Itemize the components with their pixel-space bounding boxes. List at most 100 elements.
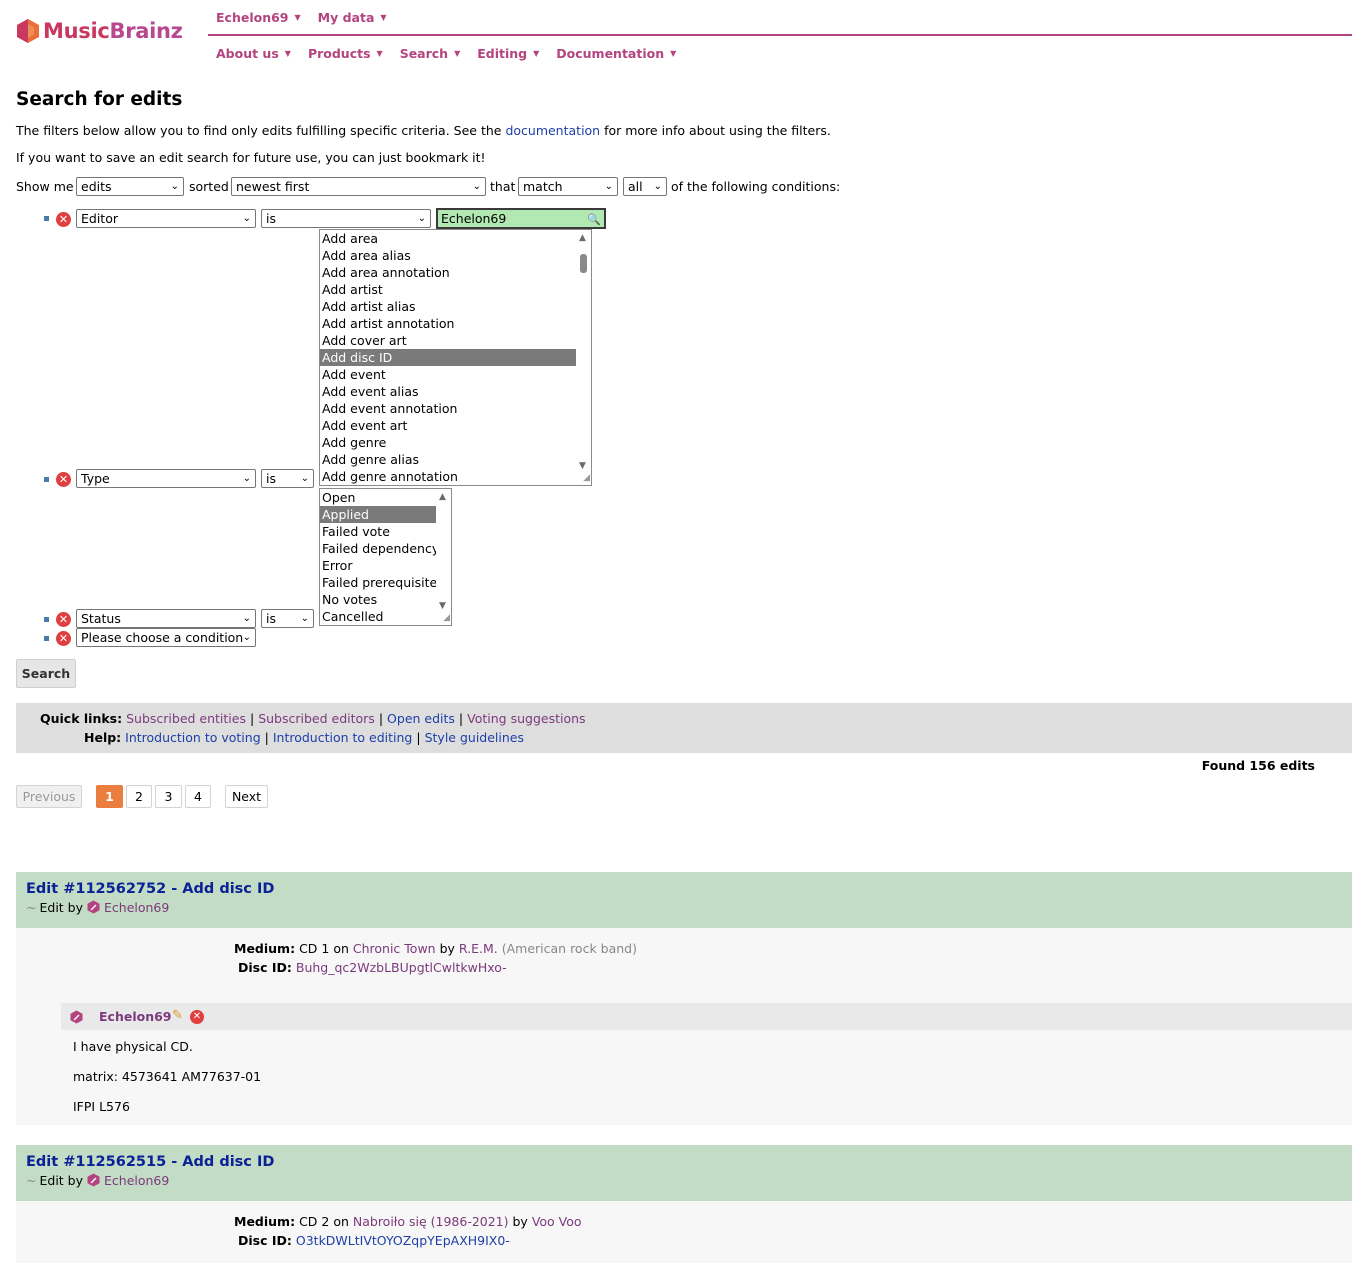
- edit-status-option[interactable]: Applied: [320, 506, 436, 523]
- edit-status-listbox[interactable]: Open Applied Failed vote Failed dependency E…: [319, 488, 452, 626]
- edit-type-option[interactable]: Add cover art: [320, 332, 576, 349]
- condition-operator-select[interactable]: is ⌄: [261, 469, 314, 488]
- edit-title-link[interactable]: Edit #112562515 - Add disc ID: [26, 1154, 274, 1170]
- edit-status-option[interactable]: Failed dependency: [320, 540, 439, 557]
- remove-condition-icon[interactable]: ✕: [56, 472, 71, 487]
- discid-link[interactable]: Buhg_qc2WzbLBUpgtlCwltkwHxo-: [296, 960, 507, 975]
- documentation-link[interactable]: documentation: [505, 123, 600, 138]
- menu-user[interactable]: Echelon69 ▼: [216, 10, 301, 25]
- page-3-button[interactable]: 3: [155, 785, 182, 808]
- artist-link[interactable]: Voo Voo: [532, 1214, 582, 1229]
- scroll-up-icon[interactable]: ▲: [579, 233, 586, 243]
- style-guidelines-link[interactable]: Style guidelines: [425, 730, 524, 745]
- subscribed-editors-link[interactable]: Subscribed editors: [258, 711, 375, 726]
- musicbrainz-logo[interactable]: MusicBrainz: [16, 18, 183, 44]
- menu-search[interactable]: Search ▼: [400, 46, 461, 61]
- caret-down-icon: ▼: [284, 49, 291, 58]
- edit-note-line: I have physical CD.: [73, 1039, 193, 1054]
- resize-handle-icon[interactable]: ◢: [578, 472, 590, 484]
- edit-status-option[interactable]: Failed prerequisite: [320, 574, 437, 591]
- edit-type-option[interactable]: Add area annotation: [320, 264, 576, 281]
- previous-page-button[interactable]: Previous: [16, 785, 82, 808]
- edit-status-option[interactable]: Open: [320, 489, 436, 506]
- edit-type-option[interactable]: Add event annotation: [320, 400, 576, 417]
- release-link[interactable]: Nabroiło się (1986-2021): [353, 1214, 509, 1229]
- edit-status-option[interactable]: Error: [320, 557, 436, 574]
- edit-type-option[interactable]: Add area alias: [320, 247, 576, 264]
- edit-type-option[interactable]: Add genre: [320, 434, 576, 451]
- page-4-button[interactable]: 4: [185, 785, 211, 808]
- intro-voting-link[interactable]: Introduction to voting: [125, 730, 260, 745]
- menu-my-data[interactable]: My data ▼: [318, 10, 387, 25]
- show-me-select[interactable]: edits ⌄: [76, 177, 184, 196]
- editor-link[interactable]: Echelon69: [104, 900, 169, 915]
- scrollbar[interactable]: ▲ ▼: [436, 489, 451, 625]
- edit-type-option[interactable]: Add genre annotation: [320, 468, 576, 485]
- artist-link[interactable]: R.E.M.: [459, 941, 498, 956]
- chevron-down-icon: ⌄: [417, 213, 426, 224]
- edit-header: Edit #112562515 - Add disc ID ~ Edit by Ec…: [16, 1145, 1352, 1201]
- edit-type-option[interactable]: Add event alias: [320, 383, 576, 400]
- scroll-up-icon[interactable]: ▲: [439, 492, 446, 502]
- caret-down-icon: ▼: [454, 49, 461, 58]
- caret-down-icon: ▼: [380, 13, 387, 22]
- page-1-button[interactable]: 1: [96, 785, 123, 808]
- edit-type-listbox[interactable]: Add area Add area alias Add area annotatio…: [319, 229, 592, 486]
- editor-link[interactable]: Echelon69: [104, 1173, 169, 1188]
- discid-link[interactable]: O3tkDWLtIVtOYOZqpYEpAXH9IX0-: [296, 1233, 510, 1248]
- chevron-down-icon: ⌄: [170, 181, 179, 192]
- edit-type-option[interactable]: Add area: [320, 230, 576, 247]
- edit-type-option[interactable]: Add artist annotation: [320, 315, 576, 332]
- menu-documentation[interactable]: Documentation ▼: [556, 46, 676, 61]
- delete-note-icon[interactable]: ✕: [190, 1010, 204, 1024]
- chevron-down-icon: ⌄: [300, 473, 309, 484]
- scroll-down-icon[interactable]: ▼: [439, 601, 446, 611]
- edit-title-link[interactable]: Edit #112562752 - Add disc ID: [26, 881, 274, 897]
- edit-type-option[interactable]: Add event art: [320, 417, 576, 434]
- menu-editing[interactable]: Editing ▼: [477, 46, 539, 61]
- edit-type-option[interactable]: Add genre alias: [320, 451, 576, 468]
- chevron-down-icon: ⌄: [653, 181, 662, 192]
- subscribed-entities-link[interactable]: Subscribed entities: [126, 711, 246, 726]
- edit-header: Edit #112562752 - Add disc ID ~ Edit by Ec…: [16, 872, 1352, 928]
- remove-condition-icon[interactable]: ✕: [56, 631, 71, 646]
- intro-editing-link[interactable]: Introduction to editing: [273, 730, 413, 745]
- note-author-link[interactable]: Echelon69: [99, 1009, 172, 1024]
- remove-condition-icon[interactable]: ✕: [56, 212, 71, 227]
- remove-condition-icon[interactable]: ✕: [56, 612, 71, 627]
- menu-products[interactable]: Products ▼: [308, 46, 383, 61]
- edit-status-option[interactable]: Failed vote: [320, 523, 436, 540]
- scroll-thumb[interactable]: [580, 254, 587, 273]
- new-condition-select[interactable]: Please choose a condition ⌄: [76, 628, 256, 647]
- editor-icon: [70, 1010, 83, 1024]
- edit-pencil-icon[interactable]: ✎: [172, 1008, 183, 1023]
- next-page-button[interactable]: Next: [225, 785, 268, 808]
- edit-type-option[interactable]: Add disc ID: [320, 349, 576, 366]
- open-edits-link[interactable]: Open edits: [387, 711, 455, 726]
- edit-status-option[interactable]: Cancelled: [320, 608, 436, 625]
- scrollbar[interactable]: ▲ ▼: [576, 230, 591, 485]
- release-link[interactable]: Chronic Town: [353, 941, 436, 956]
- voting-suggestions-link[interactable]: Voting suggestions: [467, 711, 585, 726]
- search-icon[interactable]: 🔍: [587, 211, 601, 228]
- all-any-select[interactable]: all ⌄: [623, 177, 667, 196]
- editor-search-input[interactable]: Echelon69 🔍: [436, 208, 606, 229]
- condition-field-select[interactable]: Status ⌄: [76, 609, 256, 628]
- scroll-down-icon[interactable]: ▼: [579, 461, 586, 471]
- condition-bullet: [44, 617, 49, 622]
- condition-field-select[interactable]: Editor ⌄: [76, 209, 256, 228]
- sort-select[interactable]: newest first ⌄: [231, 177, 486, 196]
- resize-handle-icon[interactable]: ◢: [438, 612, 450, 624]
- edit-type-option[interactable]: Add artist: [320, 281, 576, 298]
- condition-operator-select[interactable]: is ⌄: [261, 609, 314, 628]
- edit-type-option[interactable]: Add artist alias: [320, 298, 576, 315]
- search-button[interactable]: Search: [16, 659, 76, 688]
- condition-field-select[interactable]: Type ⌄: [76, 469, 256, 488]
- chevron-down-icon: ⌄: [300, 613, 309, 624]
- edit-status-option[interactable]: No votes: [320, 591, 436, 608]
- match-select[interactable]: match ⌄: [518, 177, 618, 196]
- condition-operator-select[interactable]: is ⌄: [261, 209, 431, 228]
- menu-about-us[interactable]: About us ▼: [216, 46, 291, 61]
- page-2-button[interactable]: 2: [126, 785, 152, 808]
- edit-type-option[interactable]: Add event: [320, 366, 576, 383]
